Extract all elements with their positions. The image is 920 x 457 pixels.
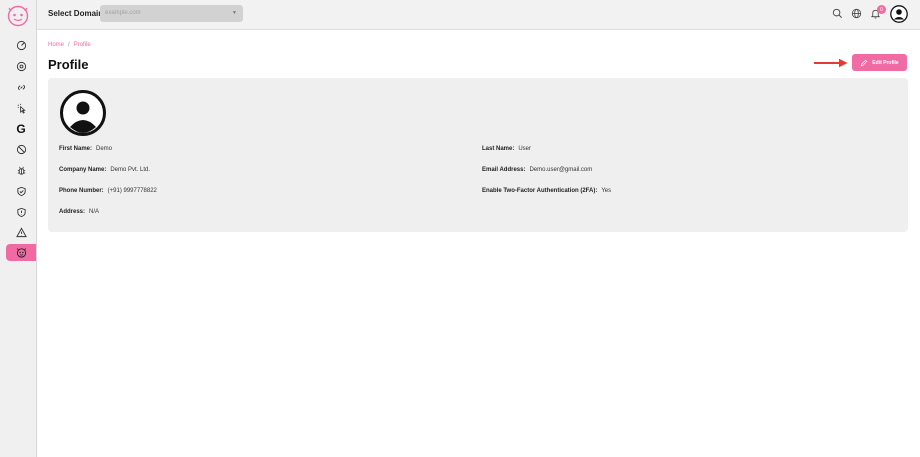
profile-card: First Name: Demo Last Name: User Company N… [48, 78, 908, 232]
company-name-value: Demo Pvt. Ltd. [110, 167, 151, 173]
email-address-field: Email Address: Demo.user@gmail.com [482, 167, 592, 173]
user-avatar-icon [890, 5, 908, 23]
pointer-click-icon [17, 103, 26, 114]
sidebar-item-block[interactable] [6, 141, 36, 157]
sidebar-item-links[interactable] [6, 79, 36, 95]
red-arrow-annotation-icon [814, 58, 848, 68]
dashboard-icon [16, 40, 26, 50]
phone-number-value: (+91) 9997778822 [107, 188, 157, 194]
breadcrumb-current: Profile [73, 42, 91, 48]
address-field: Address: N/A [59, 209, 99, 215]
shield-check-icon [16, 186, 26, 196]
email-address-value: Demo.user@gmail.com [529, 167, 593, 173]
domain-select[interactable]: example.com ▼ [100, 5, 243, 22]
phone-number-label: Phone Number: [59, 188, 104, 194]
sidebar-item-threats[interactable] [6, 204, 36, 220]
first-name-field: First Name: Demo [59, 146, 112, 152]
top-bar: Select Domain example.com ▼ 0 [37, 0, 920, 30]
edit-profile-button-label: Edit Profile [872, 59, 899, 66]
profile-face-icon [16, 248, 26, 258]
warning-triangle-icon [15, 226, 27, 237]
search-icon [832, 8, 842, 18]
sidebar-item-bug[interactable] [6, 162, 36, 178]
breadcrumb: Home / Profile [48, 42, 91, 48]
shield-alert-icon [16, 207, 26, 217]
sidebar-item-alerts[interactable] [6, 224, 36, 240]
select-domain-label: Select Domain [48, 9, 104, 18]
page-title: Profile [48, 57, 89, 72]
domain-select-placeholder: example.com [105, 10, 141, 16]
bug-icon [17, 166, 25, 175]
user-avatar-icon [60, 90, 106, 136]
notification-count-badge: 0 [877, 5, 886, 14]
pencil-icon [861, 59, 868, 66]
user-menu-button[interactable] [890, 5, 908, 23]
language-button[interactable] [850, 7, 863, 20]
two-factor-value: Yes [601, 188, 612, 194]
breadcrumb-home-link[interactable]: Home [48, 42, 64, 48]
sidebar: G [0, 0, 37, 457]
google-g-icon: G [16, 122, 26, 136]
globe-icon [851, 8, 862, 19]
chevron-down-icon: ▼ [232, 10, 237, 16]
first-name-value: Demo [96, 146, 113, 152]
two-factor-field: Enable Two-Factor Authentication (2FA): Y… [482, 188, 611, 194]
address-value: N/A [89, 209, 100, 215]
search-button[interactable] [831, 7, 844, 20]
breadcrumb-separator: / [68, 42, 70, 48]
sidebar-item-dashboard[interactable] [6, 37, 36, 53]
block-icon [16, 144, 26, 154]
sidebar-item-click[interactable] [6, 100, 36, 116]
app-logo-icon[interactable] [7, 5, 29, 27]
sidebar-item-profile[interactable] [6, 244, 36, 261]
sidebar-item-google[interactable]: G [6, 121, 36, 137]
company-name-field: Company Name: Demo Pvt. Ltd. [59, 167, 150, 173]
last-name-field: Last Name: User [482, 146, 531, 152]
email-address-label: Email Address: [482, 167, 526, 173]
settings-gear-icon [16, 61, 26, 71]
address-label: Address: [59, 209, 86, 215]
last-name-label: Last Name: [482, 146, 515, 152]
sidebar-item-security[interactable] [6, 183, 36, 199]
phone-number-field: Phone Number: (+91) 9997778822 [59, 188, 157, 194]
first-name-label: First Name: [59, 146, 93, 152]
sidebar-item-settings[interactable] [6, 58, 36, 74]
company-name-label: Company Name: [59, 167, 107, 173]
two-factor-label: Enable Two-Factor Authentication (2FA): [482, 188, 598, 194]
link-icon [17, 84, 25, 90]
profile-avatar [59, 89, 107, 137]
edit-profile-button[interactable]: Edit Profile [852, 54, 907, 71]
last-name-value: User [518, 146, 532, 152]
